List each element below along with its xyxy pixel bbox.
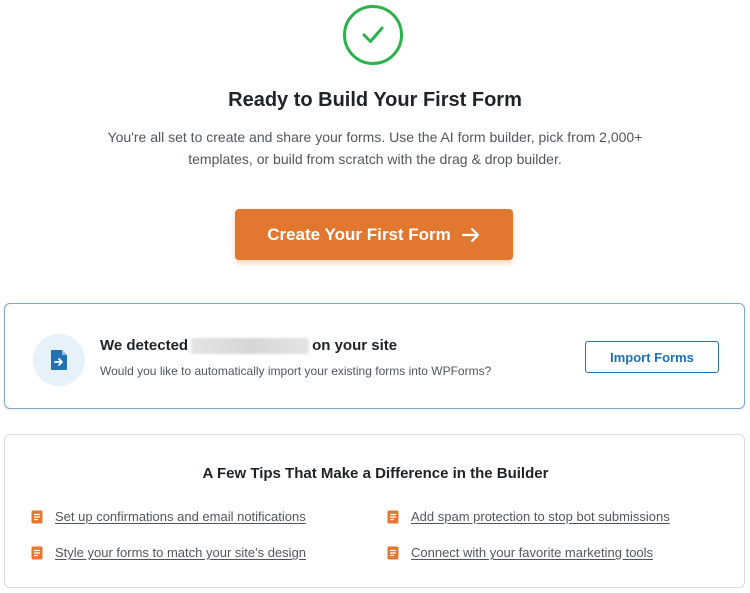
import-heading-suffix: on your site	[312, 337, 398, 354]
import-file-glyph	[51, 350, 67, 370]
page-subtitle: You're all set to create and share your …	[107, 129, 643, 167]
tip-label: Set up confirmations and email notificat…	[55, 509, 306, 524]
tip-label: Connect with your favorite marketing too…	[411, 545, 654, 560]
document-icon	[31, 546, 43, 560]
import-forms-button[interactable]: Import Forms	[585, 341, 719, 373]
checkmark-icon	[343, 5, 403, 65]
redacted-plugin-name	[191, 337, 310, 354]
tips-card: A Few Tips That Make a Difference in the…	[4, 434, 745, 588]
tip-link-confirmations[interactable]: Set up confirmations and email notificat…	[31, 509, 306, 524]
import-heading-prefix: We detected	[100, 337, 189, 354]
tips-title: A Few Tips That Make a Difference in the…	[202, 465, 549, 482]
import-file-icon	[33, 334, 85, 386]
document-icon	[31, 510, 43, 524]
create-first-form-label: Create Your First Form	[267, 224, 451, 244]
document-icon	[387, 510, 399, 524]
tip-link-style-forms[interactable]: Style your forms to match your site's de…	[31, 545, 306, 560]
tip-label: Add spam protection to stop bot submissi…	[411, 509, 670, 524]
tip-link-marketing-tools[interactable]: Connect with your favorite marketing too…	[387, 545, 653, 560]
page-title: Ready to Build Your First Form	[228, 89, 522, 111]
create-first-form-button[interactable]: Create Your First Form	[235, 209, 513, 260]
arrow-right-icon	[461, 227, 479, 242]
document-icon	[387, 546, 399, 560]
import-heading: We detected on your site	[100, 337, 397, 354]
import-question: Would you like to automatically import y…	[100, 364, 492, 378]
checkmark-glyph	[362, 26, 384, 43]
tip-label: Style your forms to match your site's de…	[55, 545, 307, 560]
import-forms-card: We detected on your site Would you like …	[4, 303, 745, 409]
tip-link-spam-protection[interactable]: Add spam protection to stop bot submissi…	[387, 509, 670, 524]
